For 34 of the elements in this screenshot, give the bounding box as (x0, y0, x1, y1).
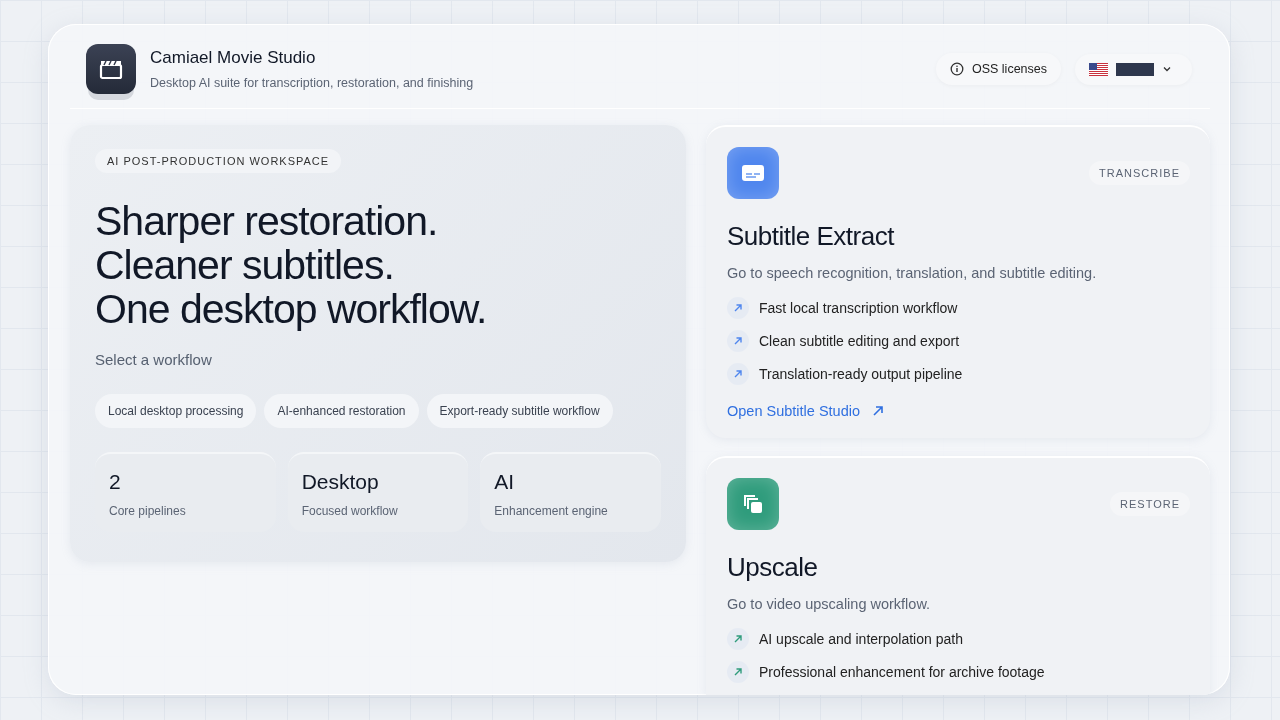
stat-label: Core pipelines (109, 504, 187, 518)
section-eyebrow: AI POST-PRODUCTION WORKSPACE (95, 149, 342, 173)
feature-text: Translation-ready output pipeline (759, 366, 963, 382)
info-icon (949, 62, 964, 76)
stat-label: Focused workflow (301, 504, 399, 518)
flag-icon (1089, 62, 1108, 76)
stat-value: AI (494, 470, 516, 494)
external-arrow-icon (872, 405, 884, 417)
workflow-title: Upscale (727, 552, 819, 583)
stat-label: Enhancement engine (494, 504, 609, 518)
redacted-bar (1116, 62, 1154, 76)
feature-chip: AI-enhanced restoration (264, 394, 419, 428)
prompt-text: Select a workflow (95, 351, 212, 368)
headline: Sharper restoration. Cleaner subtitles. One desktop workflow. (95, 199, 487, 331)
app-subtitle: Desktop AI suite for transcription, restoration, and finishing (150, 76, 474, 90)
open-studio-link[interactable]: Open Subtitle Studio (727, 403, 884, 419)
feature-text: Professional enhancement for archive footage (759, 664, 1045, 680)
feature-text: AI upscale and interpolation path (759, 631, 963, 647)
licenses-button[interactable]: OSS licenses (935, 53, 1061, 85)
workflow-description: Go to speech recognition, translation, and subtitle editing. (727, 265, 1098, 281)
workflow-card[interactable]: RESTORE Upscale Go to video upscaling workflow. AI upscale and interpolation path Professional enhancement for archive footage (706, 456, 1210, 695)
category-tag: TRANSCRIBE (1089, 161, 1190, 185)
feature-text: Clean subtitle editing and export (759, 333, 960, 349)
workflow-title: Subtitle Extract (727, 221, 896, 252)
app-title: Camiael Movie Studio (150, 48, 317, 68)
feature-text: Fast local transcription workflow (759, 300, 958, 316)
stat-value: Desktop (301, 470, 380, 494)
workflow-description: Go to video upscaling workflow. (727, 596, 932, 612)
feature-chip: Local desktop processing (95, 394, 257, 428)
category-tag: RESTORE (1110, 492, 1190, 516)
feature-chip: Export-ready subtitle workflow (426, 394, 613, 428)
language-selector[interactable] (1075, 53, 1192, 85)
caret-icon (1162, 65, 1172, 73)
stat-value: 2 (109, 470, 122, 494)
